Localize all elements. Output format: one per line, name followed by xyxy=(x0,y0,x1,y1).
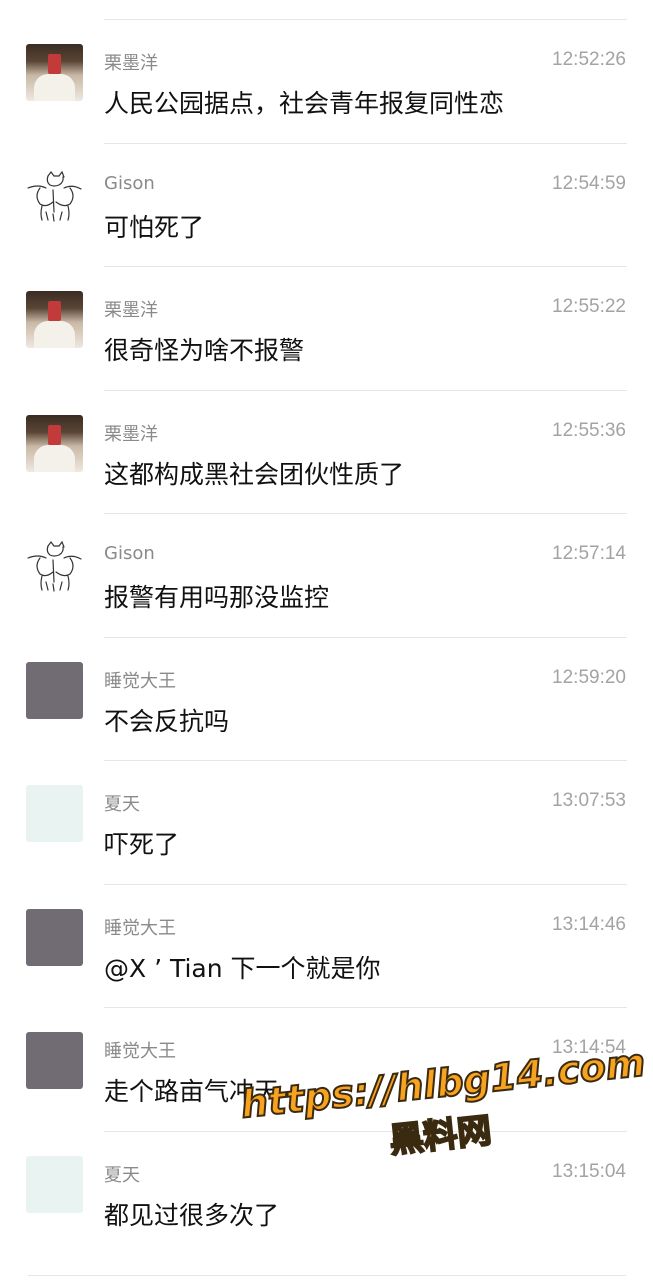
sender-name[interactable]: 夏天 xyxy=(104,790,140,816)
avatar[interactable] xyxy=(26,167,83,225)
message-time: 13:15:04 xyxy=(552,1160,626,1182)
chat-message[interactable]: 夏天 13:07:53 吓死了 xyxy=(0,761,653,885)
phone-icon xyxy=(48,54,61,74)
phone-icon xyxy=(48,424,61,445)
message-text[interactable]: 都见过很多次了 xyxy=(104,1196,279,1232)
message-time: 12:57:14 xyxy=(552,543,626,564)
muscle-sketch-icon xyxy=(27,540,82,592)
sender-name[interactable]: Gison xyxy=(104,543,155,564)
message-text[interactable]: 人民公园据点，社会青年报复同性恋 xyxy=(104,84,504,120)
person-icon xyxy=(34,444,75,472)
avatar[interactable] xyxy=(26,661,83,719)
message-text[interactable]: @X ’ Tian 下一个就是你 xyxy=(104,949,381,985)
message-text[interactable]: 不会反抗吗 xyxy=(104,702,229,738)
message-time: 12:55:36 xyxy=(552,419,626,441)
bottom-divider xyxy=(28,1275,626,1276)
chat-message[interactable]: Gison 12:54:59 可怕死了 xyxy=(0,144,653,267)
chat-message[interactable]: 睡觉大王 13:14:54 走个路亩气冲天 xyxy=(0,1008,653,1132)
avatar[interactable] xyxy=(26,1155,83,1213)
message-time: 13:07:53 xyxy=(552,790,626,811)
message-time: 12:59:20 xyxy=(552,666,626,688)
message-text[interactable]: 很奇怪为啥不报警 xyxy=(104,331,304,367)
muscle-sketch-icon xyxy=(27,170,82,222)
sender-name[interactable]: 栗墨洋 xyxy=(104,49,158,75)
sender-name[interactable]: 夏天 xyxy=(104,1161,140,1187)
sender-name[interactable]: Gison xyxy=(104,173,155,194)
sender-name[interactable]: 栗墨洋 xyxy=(104,296,158,322)
sender-name[interactable]: 栗墨洋 xyxy=(104,420,158,446)
message-text[interactable]: 走个路亩气冲天 xyxy=(104,1072,279,1108)
chat-message[interactable]: 夏天 13:15:04 都见过很多次了 xyxy=(0,1132,653,1256)
message-text[interactable]: 这都构成黑社会团伙性质了 xyxy=(104,455,404,491)
avatar[interactable] xyxy=(26,414,83,472)
message-time: 12:55:22 xyxy=(552,296,626,317)
person-icon xyxy=(34,74,75,101)
sender-name[interactable]: 睡觉大王 xyxy=(104,667,176,693)
message-text[interactable]: 可怕死了 xyxy=(104,208,204,244)
chat-message[interactable]: 睡觉大王 12:59:20 不会反抗吗 xyxy=(0,638,653,761)
chat-message[interactable]: 栗墨洋 12:55:22 很奇怪为啥不报警 xyxy=(0,267,653,391)
chat-message[interactable]: Gison 12:57:14 报警有用吗那没监控 xyxy=(0,514,653,638)
avatar[interactable] xyxy=(26,785,83,842)
sender-name[interactable]: 睡觉大王 xyxy=(104,914,176,940)
sender-name[interactable]: 睡觉大王 xyxy=(104,1037,176,1063)
avatar[interactable] xyxy=(26,291,83,348)
avatar[interactable] xyxy=(26,908,83,966)
chat-message-list: 栗墨洋 12:52:26 人民公园据点，社会青年报复同性恋 Gison 12:5… xyxy=(0,20,653,1255)
chat-message[interactable]: 栗墨洋 12:52:26 人民公园据点，社会青年报复同性恋 xyxy=(0,20,653,144)
message-time: 13:14:46 xyxy=(552,913,626,935)
message-time: 13:14:54 xyxy=(552,1037,626,1058)
person-icon xyxy=(34,321,75,348)
avatar[interactable] xyxy=(26,44,83,101)
chat-message[interactable]: 栗墨洋 12:55:36 这都构成黑社会团伙性质了 xyxy=(0,391,653,514)
avatar[interactable] xyxy=(26,538,83,595)
chat-message[interactable]: 睡觉大王 13:14:46 @X ’ Tian 下一个就是你 xyxy=(0,885,653,1008)
message-text[interactable]: 报警有用吗那没监控 xyxy=(104,578,329,614)
message-time: 12:54:59 xyxy=(552,172,626,194)
phone-icon xyxy=(48,301,61,321)
message-time: 12:52:26 xyxy=(552,49,626,70)
message-text[interactable]: 吓死了 xyxy=(104,825,179,861)
avatar[interactable] xyxy=(26,1032,83,1089)
